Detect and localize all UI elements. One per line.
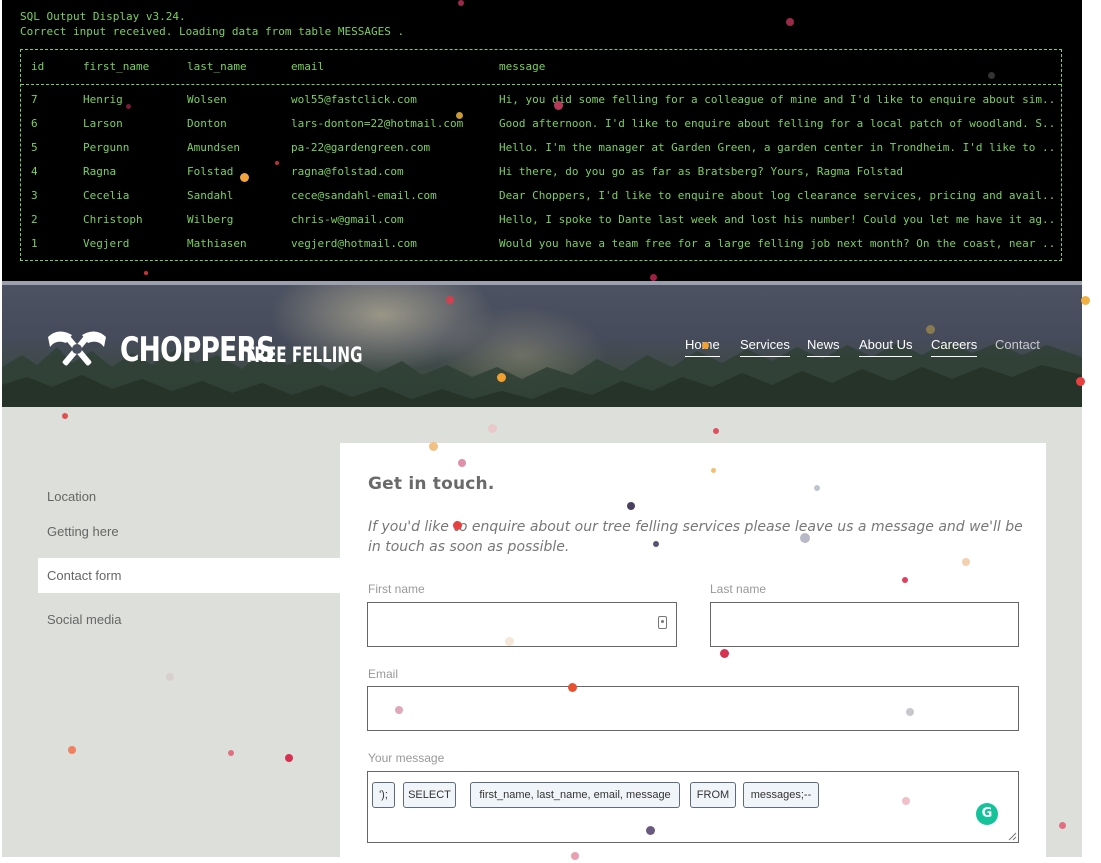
message-token: FROM [690,782,736,808]
cell-email: vegjerd@hotmail.com [291,237,417,250]
choppers-logo[interactable]: CHOPPERS TREE FELLING [44,327,409,367]
contact-page-content: Location Getting here Contact form Socia… [2,407,1082,863]
cell-last-name: Donton [187,117,227,130]
cell-last-name: Wilberg [187,213,234,226]
cell-last-name: Mathiasen [187,237,247,250]
sidebar-item-contact-form[interactable]: Contact form [47,568,121,583]
message-token: messages;-- [743,782,819,808]
column-header-message: message [499,60,546,73]
site-header: CHOPPERS TREE FELLING Home Services News… [2,281,1082,407]
email-label: Email [368,667,399,681]
cell-last-name: Sandahl [187,189,234,202]
cell-email: cece@sandahl-email.com [291,189,437,202]
nav-news[interactable]: News [807,337,840,357]
table-row: 1 Vegjerd Mathiasen vegjerd@hotmail.com … [21,237,1061,261]
cell-first-name: Larson [83,117,123,130]
column-header-first-name: first_name [83,60,150,73]
logo-wordmark: CHOPPERS [120,330,275,370]
cell-first-name: Christoph [83,213,143,226]
column-header-email: email [291,60,325,73]
nav-careers[interactable]: Careers [931,337,978,357]
cell-id: 2 [31,213,38,226]
message-token: SELECT [403,782,456,808]
first-name-input[interactable] [368,603,680,648]
cell-id: 5 [31,141,38,154]
messages-table: id first_name last_name email message 7 … [20,49,1062,261]
last-name-input[interactable] [711,603,1022,648]
cell-message: Hi there, do you go as far as Bratsberg?… [499,165,903,178]
cell-message: Hello. I'm the manager at Garden Green, … [499,141,1054,154]
sidebar-item-social-media[interactable]: Social media [47,612,121,627]
cell-email: chris-w@gmail.com [291,213,404,226]
message-textarea[interactable]: '); SELECT first_name, last_name, email,… [367,771,1019,843]
logo-tagline: TREE FELLING [244,343,363,367]
cell-id: 4 [31,165,38,178]
table-row: 2 Christoph Wilberg chris-w@gmail.com He… [21,213,1061,237]
first-name-label: First name [368,582,425,596]
nav-contact[interactable]: Contact [995,337,1040,356]
cell-message: Would you have a team free for a large f… [499,237,1054,250]
cell-last-name: Wolsen [187,93,227,106]
form-intro: If you'd like to enquire about our tree … [368,519,1023,555]
cell-last-name: Amundsen [187,141,240,154]
message-token: first_name, last_name, email, message [470,782,680,808]
nav-home[interactable]: Home [685,337,720,357]
cell-first-name: Henrig [83,93,123,106]
email-input[interactable] [368,687,1022,732]
cell-first-name: Pergunn [83,141,130,154]
last-name-label: Last name [710,582,767,596]
last-name-field[interactable] [710,602,1022,648]
terminal-title: SQL Output Display v3.24. [20,10,186,23]
column-header-last-name: last_name [187,60,247,73]
cell-email: lars-donton=22@hotmail.com [291,117,464,130]
table-row: 4 Ragna Folstad ragna@folstad.com Hi the… [21,165,1061,189]
cell-email: pa-22@gardengreen.com [291,141,431,154]
table-row: 3 Cecelia Sandahl cece@sandahl-email.com… [21,189,1061,213]
email-field[interactable] [367,686,1022,732]
nav-about-us[interactable]: About Us [859,337,913,357]
cell-email: wol55@fastclick.com [291,93,417,106]
cell-id: 3 [31,189,38,202]
sql-output-terminal: SQL Output Display v3.24. Correct input … [2,0,1082,281]
nav-services[interactable]: Services [740,337,790,357]
cell-message: Dear Choppers, I'd like to enquire about… [499,189,1054,202]
cell-first-name: Vegjerd [83,237,130,250]
terminal-status: Correct input received. Loading data fro… [20,25,405,38]
cell-message: Good afternoon. I'd like to enquire abou… [499,117,1054,130]
cell-last-name: Folstad [187,165,234,178]
table-row: 6 Larson Donton lars-donton=22@hotmail.c… [21,117,1061,141]
sidebar-item-getting-here[interactable]: Getting here [47,524,119,539]
cell-first-name: Ragna [83,165,117,178]
cell-first-name: Cecelia [83,189,130,202]
cell-message: Hello, I spoke to Dante last week and lo… [499,213,1054,226]
cell-message: Hi, you did some felling for a colleague… [499,93,1054,106]
sidebar-item-location[interactable]: Location [47,489,96,504]
column-header-id: id [31,60,45,73]
crossed-axes-icon [48,331,106,366]
table-row: 7 Henrig Wolsen wol55@fastclick.com Hi, … [21,93,1061,117]
cell-id: 6 [31,117,38,130]
cell-email: ragna@folstad.com [291,165,404,178]
resize-handle-icon[interactable] [1008,832,1017,841]
autofill-contact-icon[interactable] [658,616,667,629]
table-row: 5 Pergunn Amundsen pa-22@gardengreen.com… [21,141,1061,165]
cell-id: 1 [31,237,38,250]
message-label: Your message [368,751,445,765]
first-name-field[interactable] [367,602,680,648]
grammarly-icon[interactable]: G [976,803,998,825]
form-title: Get in touch. [368,474,495,494]
particle [1081,296,1090,305]
table-header: id first_name last_name email message [21,50,1061,85]
message-token: '); [372,782,395,808]
contact-form-panel: Get in touch. If you'd like to enquire a… [340,443,1046,863]
cell-id: 7 [31,93,38,106]
